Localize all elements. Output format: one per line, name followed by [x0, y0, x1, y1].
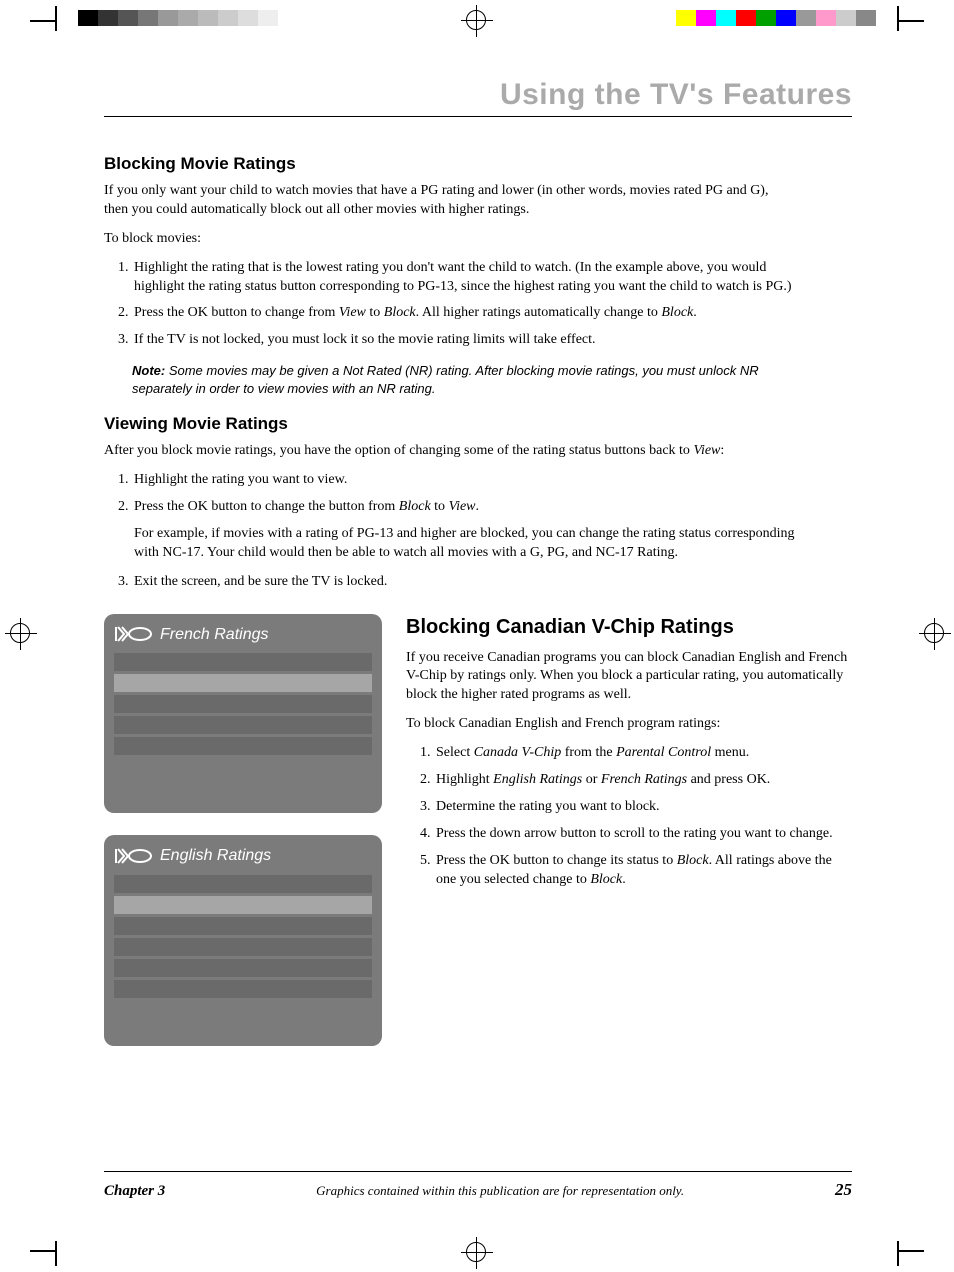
list-item: Highlight English Ratings or French Rati…	[434, 771, 852, 790]
crop-mark	[899, 20, 924, 22]
registration-mark	[10, 623, 30, 643]
ordered-list: Highlight the rating you want to view. P…	[104, 471, 796, 591]
crop-mark	[30, 1250, 55, 1252]
list-item: Determine the rating you want to block.	[434, 798, 852, 817]
paragraph: To block movies:	[104, 230, 796, 249]
color-bar-right	[676, 10, 876, 26]
panel-row	[114, 716, 372, 734]
crop-mark	[897, 1241, 899, 1266]
crop-mark	[897, 6, 899, 31]
panel-row	[114, 896, 372, 914]
registration-mark	[466, 1242, 486, 1262]
panel-row	[114, 917, 372, 935]
section-heading-blocking-movie: Blocking Movie Ratings	[104, 153, 796, 176]
paragraph: If you only want your child to watch mov…	[104, 182, 796, 220]
crop-mark	[30, 20, 55, 22]
panel-row	[114, 737, 372, 755]
crop-mark	[55, 1241, 57, 1266]
list-item: Exit the screen, and be sure the TV is l…	[132, 573, 796, 592]
list-item: Select Canada V-Chip from the Parental C…	[434, 744, 852, 763]
list-item: Press the OK button to change from View …	[132, 304, 796, 323]
crop-mark	[899, 1250, 924, 1252]
list-item: Press the down arrow button to scroll to…	[434, 825, 852, 844]
paragraph: For example, if movies with a rating of …	[134, 525, 796, 563]
panel-rows	[114, 875, 372, 998]
page-number: 25	[835, 1180, 852, 1200]
content: Blocking Movie Ratings If you only want …	[104, 153, 852, 1068]
section-heading-canadian: Blocking Canadian V-Chip Ratings	[406, 614, 852, 641]
panel-title: French Ratings	[160, 624, 269, 646]
panel-row	[114, 980, 372, 998]
note: Note: Some movies may be given a Not Rat…	[132, 362, 796, 397]
color-bar-left	[78, 10, 278, 26]
panel-title: English Ratings	[160, 845, 271, 867]
chapter-title: Using the TV's Features	[104, 78, 852, 112]
french-ratings-panel: French Ratings	[104, 614, 382, 814]
chapter-label: Chapter 3	[104, 1183, 165, 1200]
list-item: Highlight the rating you want to view.	[132, 471, 796, 490]
right-column: Blocking Canadian V-Chip Ratings If you …	[406, 614, 852, 1068]
list-item: Press the OK button to change its status…	[434, 852, 852, 890]
paragraph: To block Canadian English and French pro…	[406, 715, 852, 734]
header-rule	[104, 116, 852, 117]
list-item: If the TV is not locked, you must lock i…	[132, 331, 796, 350]
registration-mark	[924, 623, 944, 643]
registration-mark	[466, 10, 486, 30]
two-column-layout: French Ratings	[104, 614, 852, 1068]
nav-icon	[114, 847, 154, 865]
panel-row	[114, 695, 372, 713]
panel-row	[114, 653, 372, 671]
footer-note: Graphics contained within this publicati…	[316, 1183, 684, 1199]
ordered-list: Highlight the rating that is the lowest …	[104, 259, 796, 351]
paragraph: After you block movie ratings, you have …	[104, 442, 796, 461]
footer-rule	[104, 1171, 852, 1172]
list-item: Highlight the rating that is the lowest …	[132, 259, 796, 297]
page-body: Using the TV's Features Blocking Movie R…	[104, 60, 852, 1200]
crop-mark	[55, 6, 57, 31]
list-item: Press the OK button to change the button…	[132, 498, 796, 563]
panel-row	[114, 938, 372, 956]
page-footer: Chapter 3 Graphics contained within this…	[104, 1171, 852, 1200]
panel-rows	[114, 653, 372, 755]
nav-icon	[114, 625, 154, 643]
panel-row	[114, 959, 372, 977]
left-column: French Ratings	[104, 614, 382, 1068]
panel-row	[114, 875, 372, 893]
english-ratings-panel: English Ratings	[104, 835, 382, 1046]
paragraph: If you receive Canadian programs you can…	[406, 649, 852, 706]
ordered-list: Select Canada V-Chip from the Parental C…	[406, 744, 852, 889]
panel-row	[114, 674, 372, 692]
section-heading-viewing-movie: Viewing Movie Ratings	[104, 413, 796, 436]
